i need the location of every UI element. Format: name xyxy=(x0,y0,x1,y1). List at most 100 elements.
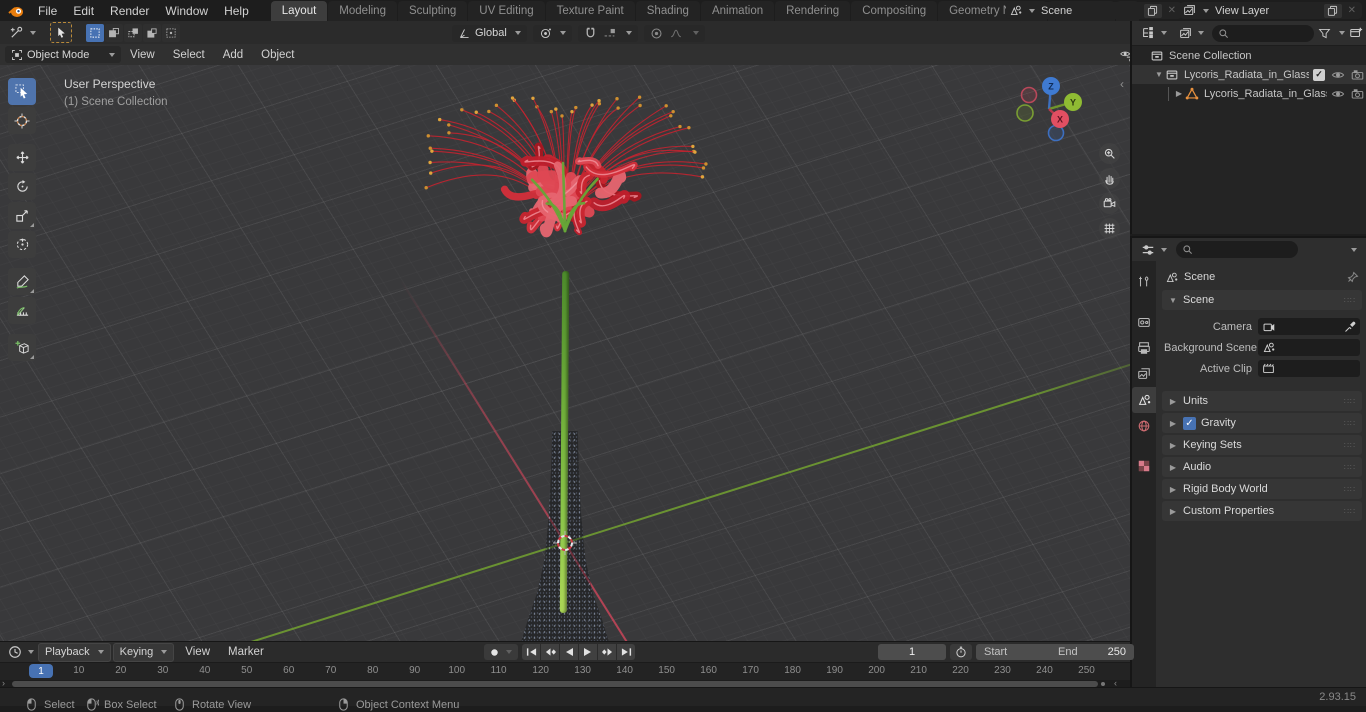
navigation-gizmo[interactable]: Z Y X xyxy=(1016,75,1086,145)
disclosure-open-icon[interactable]: ▼ xyxy=(1153,70,1165,79)
axis-neg-y-ball[interactable] xyxy=(1016,104,1034,122)
tool-move[interactable] xyxy=(8,144,36,171)
panel-header-rigid-body-world[interactable]: ▶ Rigid Body World ∷∷ xyxy=(1162,479,1362,499)
scene-name[interactable]: Scene xyxy=(1038,5,1141,17)
workspace-tab-layout[interactable]: Layout xyxy=(270,1,328,21)
properties-search[interactable] xyxy=(1176,241,1298,258)
eye-icon[interactable] xyxy=(1331,88,1345,100)
select-mode-subtract[interactable] xyxy=(124,23,142,42)
tab-view-layer[interactable] xyxy=(1132,361,1156,387)
eyedropper-icon[interactable] xyxy=(1344,321,1356,333)
outliner-row-scene-collection[interactable]: Scene Collection xyxy=(1132,46,1366,65)
filter-icon[interactable] xyxy=(1318,27,1331,40)
exclude-checkbox[interactable]: ✓ xyxy=(1313,68,1325,81)
viewport-menu-view[interactable]: View xyxy=(121,46,164,64)
property-field-background-scene[interactable] xyxy=(1258,339,1360,356)
panel-header-units[interactable]: ▶ Units ∷∷ xyxy=(1162,391,1362,411)
view-layer-name[interactable]: View Layer xyxy=(1212,5,1321,17)
tab-world[interactable] xyxy=(1132,413,1156,439)
tool-cursor[interactable] xyxy=(8,107,36,134)
drag-handle-icon[interactable]: ∷∷ xyxy=(1344,463,1356,472)
outliner-item-label[interactable]: Lycoris_Radiata_in_Glass xyxy=(1204,88,1327,100)
select-mode-extend[interactable] xyxy=(105,23,123,42)
zoom-button[interactable] xyxy=(1099,143,1120,164)
viewport-menu-add[interactable]: Add xyxy=(214,46,252,64)
outliner-search[interactable] xyxy=(1212,24,1314,42)
drag-handle-icon[interactable]: ∷∷ xyxy=(1344,419,1356,428)
gravity-checkbox[interactable]: ✓ xyxy=(1183,416,1196,430)
tab-tool[interactable] xyxy=(1132,269,1156,295)
axis-neg-x-ball[interactable] xyxy=(1020,86,1038,104)
snap-magnet-icon[interactable] xyxy=(584,27,597,40)
scene-selector[interactable]: Scene ✕ xyxy=(1006,2,1182,19)
select-mode-set[interactable] xyxy=(86,23,104,42)
falloff-curve-icon[interactable] xyxy=(669,27,683,40)
eye-icon[interactable] xyxy=(1331,69,1345,81)
viewport-menu-select[interactable]: Select xyxy=(164,46,214,64)
auto-keying-button[interactable] xyxy=(484,644,518,660)
workspace-tab-modeling[interactable]: Modeling xyxy=(328,1,397,21)
timeline-menu-playback[interactable]: Playback xyxy=(38,642,111,662)
spider-lily-flower-object[interactable] xyxy=(395,78,735,313)
workspace-tab-texture-paint[interactable]: Texture Paint xyxy=(545,1,635,21)
timeline-menu-marker[interactable]: Marker xyxy=(219,643,273,661)
tool-annotate[interactable] xyxy=(8,268,36,295)
workspace-tab-rendering[interactable]: Rendering xyxy=(775,1,851,21)
drag-handle-icon[interactable]: ∷∷ xyxy=(1344,485,1356,494)
tab-scene[interactable] xyxy=(1132,387,1156,413)
outliner-row-lycoris-radiata-in-glass-vas[interactable]: ▼ Lycoris_Radiata_in_Glass_Vas ✓ xyxy=(1132,65,1366,84)
property-field-active-clip[interactable] xyxy=(1258,360,1360,377)
disclosure-closed-icon[interactable]: ▶ xyxy=(1173,89,1185,98)
frame-end-field[interactable]: End 250 xyxy=(1050,644,1134,660)
workspace-tab-animation[interactable]: Animation xyxy=(700,1,775,21)
viewport-3d[interactable]: User Perspective (1) Scene Collection Z … xyxy=(0,65,1130,641)
menu-help[interactable]: Help xyxy=(216,1,257,21)
drag-handle-icon[interactable]: ∷∷ xyxy=(1344,441,1356,450)
toggle-perspective-button[interactable] xyxy=(1099,218,1120,239)
remove-view-layer-button[interactable]: ✕ xyxy=(1345,5,1359,16)
view-layer-selector[interactable]: View Layer ✕ xyxy=(1180,2,1362,19)
new-collection-icon[interactable] xyxy=(1349,26,1363,40)
workspace-tab-compositing[interactable]: Compositing xyxy=(851,1,938,21)
camera-restrict-icon[interactable] xyxy=(1351,69,1364,81)
workspace-tab-uv-editing[interactable]: UV Editing xyxy=(468,1,545,21)
camera-restrict-icon[interactable] xyxy=(1351,88,1364,100)
panel-header-gravity[interactable]: ▶ ✓ Gravity ∷∷ xyxy=(1162,413,1362,433)
timeline-ruler[interactable]: 1 10 20 30 40 50 60 70 80 90 100 110 120 130 140 150 16… xyxy=(0,662,1130,680)
tool-rotate[interactable] xyxy=(8,173,36,200)
previous-keyframe-button[interactable] xyxy=(541,644,559,660)
menu-render[interactable]: Render xyxy=(102,1,157,21)
current-frame-field[interactable]: 1 xyxy=(878,644,946,660)
drag-handle-icon[interactable]: ∷∷ xyxy=(1344,397,1356,406)
tool-transform[interactable] xyxy=(8,231,36,258)
outliner-display-mode[interactable] xyxy=(1175,24,1208,43)
tool-add-cube[interactable] xyxy=(8,334,36,361)
outliner-item-label[interactable]: Lycoris_Radiata_in_Glass_Vas xyxy=(1184,69,1309,81)
workspace-tab-shading[interactable]: Shading xyxy=(635,1,700,21)
mode-dropdown[interactable]: Object Mode xyxy=(5,46,121,63)
unlink-scene-button[interactable]: ✕ xyxy=(1165,5,1179,16)
snap-target-icon[interactable] xyxy=(603,27,616,40)
tool-select-box[interactable] xyxy=(8,78,36,105)
outliner-editor-type[interactable] xyxy=(1137,24,1171,43)
menu-window[interactable]: Window xyxy=(157,1,216,21)
active-tool-select[interactable] xyxy=(50,22,72,43)
transform-orientation-dropdown[interactable]: Global xyxy=(452,24,527,42)
timeline-menu-keying[interactable]: Keying xyxy=(112,642,175,662)
workspace-tab-sculpting[interactable]: Sculpting xyxy=(397,1,468,21)
panel-header-audio[interactable]: ▶ Audio ∷∷ xyxy=(1162,457,1362,477)
jump-to-start-button[interactable] xyxy=(522,644,540,660)
panel-header-custom-properties[interactable]: ▶ Custom Properties ∷∷ xyxy=(1162,501,1362,521)
play-reverse-button[interactable] xyxy=(560,644,578,660)
new-scene-button[interactable] xyxy=(1143,3,1162,18)
tab-render[interactable] xyxy=(1132,309,1156,335)
timeline-menu-view[interactable]: View xyxy=(176,643,219,661)
tool-settings-editor-type[interactable] xyxy=(5,23,40,42)
outliner-item-label[interactable]: Scene Collection xyxy=(1169,50,1360,62)
jump-to-end-button[interactable] xyxy=(617,644,635,660)
new-view-layer-button[interactable] xyxy=(1323,3,1342,18)
collapse-sidebar-arrow[interactable]: ‹ xyxy=(1120,77,1124,91)
next-keyframe-button[interactable] xyxy=(598,644,616,660)
panel-header-keying-sets[interactable]: ▶ Keying Sets ∷∷ xyxy=(1162,435,1362,455)
select-mode-intersect[interactable] xyxy=(162,23,180,42)
